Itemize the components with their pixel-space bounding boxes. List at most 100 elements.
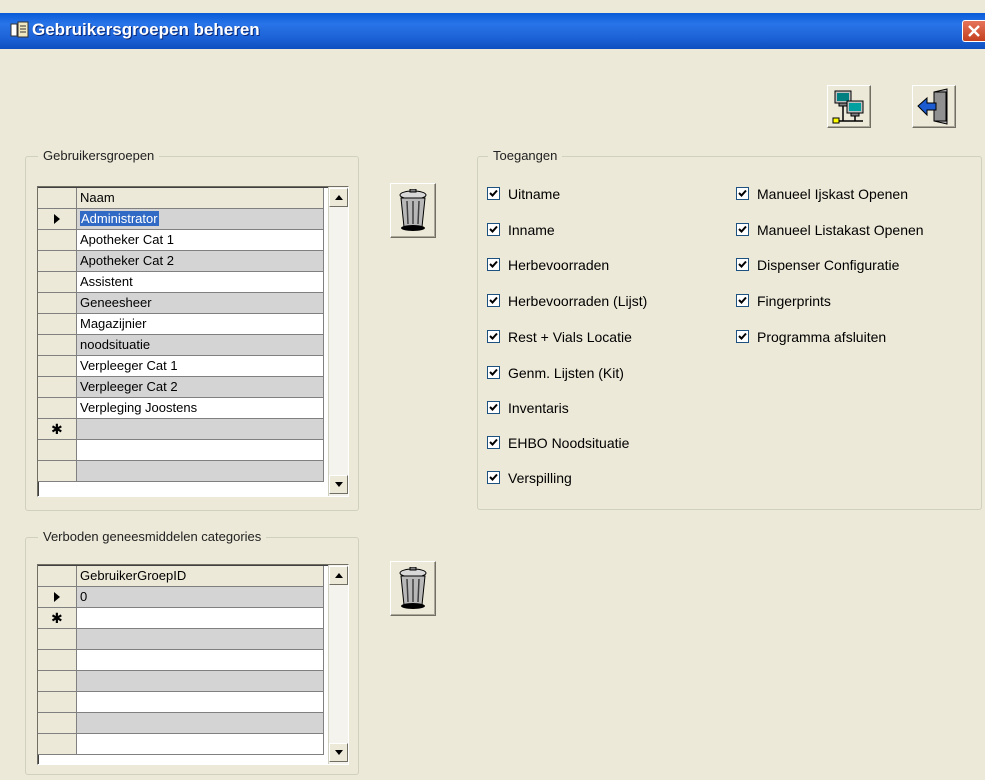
- checkbox-box[interactable]: [487, 401, 500, 414]
- checkbox-box[interactable]: [487, 436, 500, 449]
- table-cell: [77, 440, 324, 461]
- table-cell[interactable]: [77, 608, 324, 629]
- groups-grid[interactable]: Naam Administrator Apotheker Cat 1 Apoth…: [37, 186, 349, 497]
- row-selector[interactable]: [38, 251, 77, 272]
- checkbox-box[interactable]: [736, 258, 749, 271]
- table-row[interactable]: Verpleeger Cat 1: [38, 356, 348, 377]
- checkbox-box[interactable]: [736, 187, 749, 200]
- groups-panel-legend: Gebruikersgroepen: [38, 148, 160, 163]
- table-cell[interactable]: Apotheker Cat 1: [77, 230, 324, 251]
- row-selector[interactable]: [38, 293, 77, 314]
- row-selector[interactable]: ✱: [38, 608, 77, 629]
- table-cell[interactable]: Assistent: [77, 272, 324, 293]
- table-cell[interactable]: 0: [77, 587, 324, 608]
- checkbox-label: Programma afsluiten: [757, 329, 887, 345]
- close-button[interactable]: [962, 20, 985, 42]
- new-row-asterisk-icon: ✱: [51, 610, 63, 626]
- table-row[interactable]: Apotheker Cat 1: [38, 230, 348, 251]
- categories-grid-scrollbar[interactable]: [328, 565, 348, 764]
- checkbox-label: Manueel Ijskast Openen: [757, 186, 908, 202]
- row-selector: [38, 650, 77, 671]
- scroll-up-button[interactable]: [329, 566, 348, 585]
- empty-row: [38, 734, 348, 755]
- checkbox-box[interactable]: [487, 294, 500, 307]
- column-header-naam[interactable]: Naam: [77, 188, 324, 209]
- checkmark-icon: [738, 260, 747, 268]
- table-cell[interactable]: Magazijnier: [77, 314, 324, 335]
- row-selector[interactable]: [38, 314, 77, 335]
- current-row-pointer-icon: [54, 592, 60, 602]
- checkmark-icon: [738, 189, 747, 197]
- delete-group-button[interactable]: [390, 183, 436, 238]
- trash-can-icon: [399, 567, 427, 609]
- row-selector[interactable]: ✱: [38, 419, 77, 440]
- table-cell[interactable]: Verpleging Joostens: [77, 398, 324, 419]
- table-cell[interactable]: Apotheker Cat 2: [77, 251, 324, 272]
- arrow-down-icon: [335, 482, 343, 487]
- scroll-down-button[interactable]: [329, 743, 348, 762]
- table-cell[interactable]: noodsituatie: [77, 335, 324, 356]
- checkmark-icon: [489, 260, 498, 268]
- empty-row: [38, 650, 348, 671]
- new-row[interactable]: ✱: [38, 419, 348, 440]
- checkbox-label: Fingerprints: [757, 293, 831, 309]
- table-cell[interactable]: Geneesheer: [77, 293, 324, 314]
- categories-panel-legend: Verboden geneesmiddelen categories: [38, 529, 267, 544]
- categories-grid[interactable]: GebruikerGroepID 0 ✱: [37, 564, 349, 765]
- row-selector[interactable]: [38, 587, 77, 608]
- table-row[interactable]: Assistent: [38, 272, 348, 293]
- network-button[interactable]: [827, 85, 871, 128]
- checkbox-box[interactable]: [736, 223, 749, 236]
- table-row[interactable]: Verpleging Joostens: [38, 398, 348, 419]
- checkbox-box[interactable]: [487, 330, 500, 343]
- row-selector[interactable]: [38, 356, 77, 377]
- table-row[interactable]: Geneesheer: [38, 293, 348, 314]
- groups-grid-scrollbar[interactable]: [328, 187, 348, 496]
- checkmark-icon: [489, 189, 498, 197]
- table-cell: [77, 734, 324, 755]
- row-selector[interactable]: [38, 209, 77, 230]
- checkmark-icon: [489, 403, 498, 411]
- scroll-up-button[interactable]: [329, 188, 348, 207]
- row-selector[interactable]: [38, 377, 77, 398]
- checkbox-label: Inventaris: [508, 400, 569, 416]
- trash-can-icon: [399, 189, 427, 231]
- grid-header-row: GebruikerGroepID: [38, 566, 348, 587]
- checkbox-box[interactable]: [487, 366, 500, 379]
- table-row[interactable]: Apotheker Cat 2: [38, 251, 348, 272]
- app-icon: [10, 21, 29, 38]
- table-cell[interactable]: Administrator: [77, 209, 324, 230]
- new-row[interactable]: ✱: [38, 608, 348, 629]
- grid-header-row: Naam: [38, 188, 348, 209]
- row-selector[interactable]: [38, 398, 77, 419]
- table-cell[interactable]: [77, 419, 324, 440]
- arrow-up-icon: [335, 195, 343, 200]
- table-row[interactable]: 0: [38, 587, 348, 608]
- scroll-down-button[interactable]: [329, 475, 348, 494]
- table-cell[interactable]: Verpleeger Cat 2: [77, 377, 324, 398]
- empty-row: [38, 461, 348, 482]
- row-selector[interactable]: [38, 230, 77, 251]
- grid-corner: [38, 566, 77, 587]
- table-row[interactable]: Administrator: [38, 209, 348, 230]
- row-selector[interactable]: [38, 272, 77, 293]
- checkmark-icon: [738, 225, 747, 233]
- checkbox-box[interactable]: [487, 187, 500, 200]
- table-row[interactable]: Verpleeger Cat 2: [38, 377, 348, 398]
- checkmark-icon: [489, 473, 498, 481]
- table-cell: [77, 671, 324, 692]
- delete-category-button[interactable]: [390, 561, 436, 616]
- table-cell[interactable]: Verpleeger Cat 1: [77, 356, 324, 377]
- row-selector[interactable]: [38, 335, 77, 356]
- checkbox-box[interactable]: [487, 471, 500, 484]
- column-header-gebruikergroepid[interactable]: GebruikerGroepID: [77, 566, 324, 587]
- checkbox-box[interactable]: [487, 223, 500, 236]
- checkbox-box[interactable]: [736, 294, 749, 307]
- checkbox-box[interactable]: [487, 258, 500, 271]
- exit-button[interactable]: [912, 85, 956, 128]
- table-row[interactable]: noodsituatie: [38, 335, 348, 356]
- table-row[interactable]: Magazijnier: [38, 314, 348, 335]
- checkbox-box[interactable]: [736, 330, 749, 343]
- row-selector: [38, 671, 77, 692]
- checkmark-icon: [489, 296, 498, 304]
